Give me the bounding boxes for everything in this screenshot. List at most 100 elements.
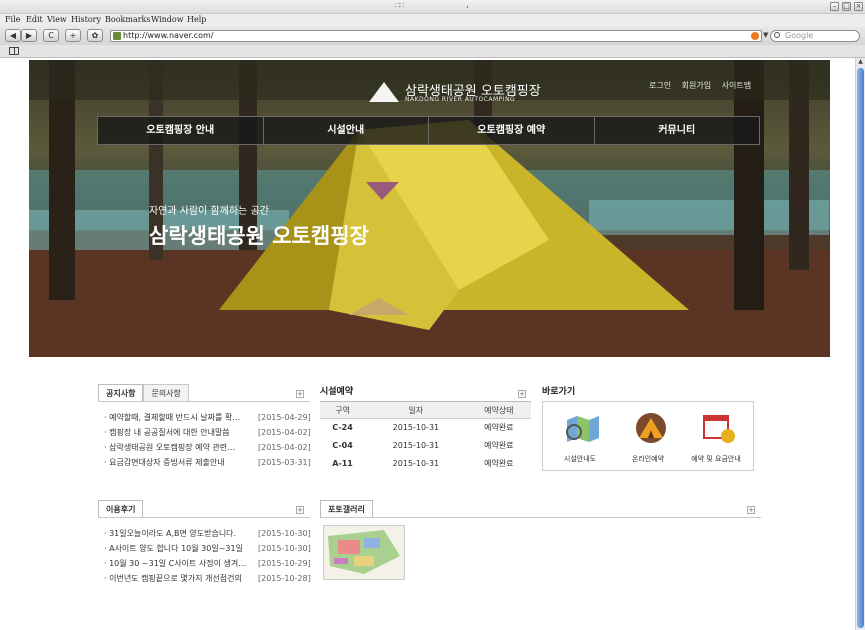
notice-title-text[interactable]: 캠핑장 내 공공질서에 대한 안내말씀 xyxy=(109,428,230,437)
search-placeholder[interactable]: Google xyxy=(785,31,813,41)
campsite-map-image xyxy=(324,526,404,579)
url-text[interactable]: http://www.naver.com/ xyxy=(123,31,213,41)
notice-title-text[interactable]: 삼락생태공원 오토캠핑장 예약 관련… xyxy=(109,443,235,452)
site-logo[interactable]: 삼락생태공원 오토캠핑장 NAKDONG RIVER AUTOCAMPING xyxy=(369,80,559,110)
menu-bookmarks[interactable]: Bookmarks xyxy=(105,15,151,24)
column-status: 예약상태 xyxy=(466,401,531,419)
url-dropdown-icon[interactable]: ▼ xyxy=(763,31,768,39)
review-title-text[interactable]: 이번년도 캠핑끝으로 몇가지 개선점건의 xyxy=(109,574,242,583)
bookmark-menu-button[interactable]: ✿ xyxy=(87,29,103,42)
list-item[interactable]: · 캠핑장 내 공공질서에 대한 안내말씀 [2015-04-02] xyxy=(104,425,311,440)
review-date: [2015-10-29] xyxy=(258,559,311,568)
notice-divider xyxy=(98,401,310,402)
show-bookmarks-icon[interactable] xyxy=(9,47,19,55)
table-row[interactable]: C-04 2015-10-31 예약완료 xyxy=(320,437,531,455)
notice-title[interactable]: · 예약할때, 결제할때 반드시 날짜를 확… xyxy=(104,410,252,425)
list-item[interactable]: · 삼락생태공원 오토캠핑장 예약 관련… [2015-04-02] xyxy=(104,440,311,455)
gallery-thumbnail[interactable] xyxy=(323,525,405,580)
review-title-text[interactable]: A사이트 양도 합니다 10월 30일~31일 xyxy=(109,544,243,553)
menu-view[interactable]: View xyxy=(47,15,67,24)
scroll-thumb[interactable] xyxy=(857,68,864,628)
list-item[interactable]: · 31일오늘이라도 A,B면 양도받습니다. [2015-10-30] xyxy=(104,526,311,541)
nav-facilities[interactable]: 시설안내 xyxy=(264,117,429,144)
rss-icon[interactable] xyxy=(751,32,759,40)
reservation-table: 구역 일자 예약상태 C-24 2015-10-31 예약완료 C-04 201… xyxy=(320,401,531,473)
menu-window[interactable]: Window xyxy=(151,15,184,24)
quick-label[interactable]: 시설안내도 xyxy=(547,454,613,464)
tab-notice[interactable]: 공지사항 xyxy=(98,384,144,402)
gallery-more-button[interactable]: + xyxy=(747,506,755,514)
review-title-text[interactable]: 31일오늘이라도 A,B면 양도받습니다. xyxy=(109,529,236,538)
notice-more-button[interactable]: + xyxy=(296,390,304,398)
notice-title-text[interactable]: 예약할때, 결제할때 반드시 날짜를 확… xyxy=(109,413,240,422)
quick-label[interactable]: 온라인예약 xyxy=(615,454,681,464)
scroll-up-icon[interactable]: ▲ xyxy=(856,58,865,67)
review-title[interactable]: · 이번년도 캠핑끝으로 몇가지 개선점건의 xyxy=(104,571,252,586)
list-item[interactable]: · 10월 30 ~31일 C사이트 사정이 생겨… [2015-10-29] xyxy=(104,556,311,571)
review-title[interactable]: · 31일오늘이라도 A,B면 양도받습니다. xyxy=(104,526,252,541)
notice-title[interactable]: · 캠핑장 내 공공질서에 대한 안내말씀 xyxy=(104,425,252,440)
notice-title[interactable]: · 요금감면대상자 증빙서류 제출안내 xyxy=(104,455,252,470)
nav-reservation[interactable]: 오토캠핑장 예약 xyxy=(429,117,595,144)
calendar-icon xyxy=(703,415,735,443)
tab-gallery[interactable]: 포토갤러리 xyxy=(320,500,373,518)
table-row[interactable]: A-11 2015-10-31 예약완료 xyxy=(320,455,531,473)
menu-edit[interactable]: Edit xyxy=(26,15,43,24)
notice-title[interactable]: · 삼락생태공원 오토캠핑장 예약 관련… xyxy=(104,440,252,455)
drag-grip-icon[interactable]: ∷∷ xyxy=(395,1,404,10)
list-item[interactable]: · 요금감면대상자 증빙서류 제출안내 [2015-03-31] xyxy=(104,455,311,470)
menu-bar: File Edit View History Bookmarks Window … xyxy=(0,14,865,27)
nav-camping-info[interactable]: 오토캠핑장 안내 xyxy=(98,117,264,144)
reservation-more-button[interactable]: + xyxy=(518,390,526,398)
hero-subtitle: 자연과 사람이 함께하는 공간 xyxy=(149,206,269,217)
review-title[interactable]: · A사이트 양도 합니다 10월 30일~31일 xyxy=(104,541,252,556)
add-bookmark-button[interactable]: + xyxy=(65,29,81,42)
list-item[interactable]: · 예약할때, 결제할때 반드시 날짜를 확… [2015-04-29] xyxy=(104,410,311,425)
logo-english: NAKDONG RIVER AUTOCAMPING xyxy=(405,96,516,103)
hero-title: 삼락생태공원 오토캠핑장 xyxy=(149,224,369,248)
sitemap-link[interactable]: 사이트맵 xyxy=(722,81,751,90)
tent-icon xyxy=(636,413,666,443)
forward-button[interactable]: ▶ xyxy=(21,29,37,42)
list-item[interactable]: · 이번년도 캠핑끝으로 몇가지 개선점건의 [2015-10-28] xyxy=(104,571,311,586)
signup-link[interactable]: 회원가입 xyxy=(682,81,711,90)
quick-facility-map[interactable]: 시설안내도 xyxy=(547,408,613,466)
map-icon xyxy=(566,416,599,442)
table-row[interactable]: C-24 2015-10-31 예약완료 xyxy=(320,419,531,437)
back-button[interactable]: ◀ xyxy=(5,29,21,42)
date-cell: 2015-10-31 xyxy=(392,423,440,433)
review-date: [2015-10-28] xyxy=(258,574,311,583)
address-bar[interactable]: http://www.naver.com/ xyxy=(110,30,762,42)
notice-list: · 예약할때, 결제할때 반드시 날짜를 확… [2015-04-29] · 캠… xyxy=(104,410,311,470)
notice-tabs: 공지사항 문의사항 xyxy=(98,384,189,402)
quick-fee-info[interactable]: 예약 및 요금안내 xyxy=(683,408,749,466)
reload-button[interactable]: C xyxy=(43,29,59,42)
menu-file[interactable]: File xyxy=(5,15,20,24)
quick-label[interactable]: 예약 및 요금안내 xyxy=(683,454,749,464)
review-list: · 31일오늘이라도 A,B면 양도받습니다. [2015-10-30] · A… xyxy=(104,526,311,586)
notice-title-text[interactable]: 요금감면대상자 증빙서류 제출안내 xyxy=(109,458,225,467)
menu-help[interactable]: Help xyxy=(187,15,206,24)
gallery-tabs: 포토갤러리 xyxy=(320,500,373,518)
review-more-button[interactable]: + xyxy=(296,506,304,514)
menu-history[interactable]: History xyxy=(71,15,101,24)
tab-review[interactable]: 이용후기 xyxy=(98,500,144,518)
column-date: 일자 xyxy=(365,401,467,419)
hero-banner: 삼락생태공원 오토캠핑장 NAKDONG RIVER AUTOCAMPING 로… xyxy=(29,60,830,357)
tab-inquiry[interactable]: 문의사항 xyxy=(143,384,189,402)
nav-community[interactable]: 커뮤니티 xyxy=(595,117,760,144)
title-bar[interactable]: ∷∷ , – □ × xyxy=(0,0,865,14)
search-field[interactable]: Google xyxy=(770,30,860,42)
utility-links: 로그인 회원가입 사이트맵 xyxy=(649,80,759,91)
login-link[interactable]: 로그인 xyxy=(649,81,671,90)
review-title-text[interactable]: 10월 30 ~31일 C사이트 사정이 생겨… xyxy=(109,559,246,568)
review-title[interactable]: · 10월 30 ~31일 C사이트 사정이 생겨… xyxy=(104,556,252,571)
maximize-button[interactable]: □ xyxy=(842,2,851,11)
page-scrollbar[interactable]: ▲ xyxy=(855,58,865,630)
review-tabs: 이용후기 xyxy=(98,500,144,518)
review-date: [2015-10-30] xyxy=(258,544,311,553)
close-button[interactable]: × xyxy=(854,2,863,11)
quick-online-reservation[interactable]: 온라인예약 xyxy=(615,408,681,466)
minimize-button[interactable]: – xyxy=(830,2,839,11)
list-item[interactable]: · A사이트 양도 합니다 10월 30일~31일 [2015-10-30] xyxy=(104,541,311,556)
